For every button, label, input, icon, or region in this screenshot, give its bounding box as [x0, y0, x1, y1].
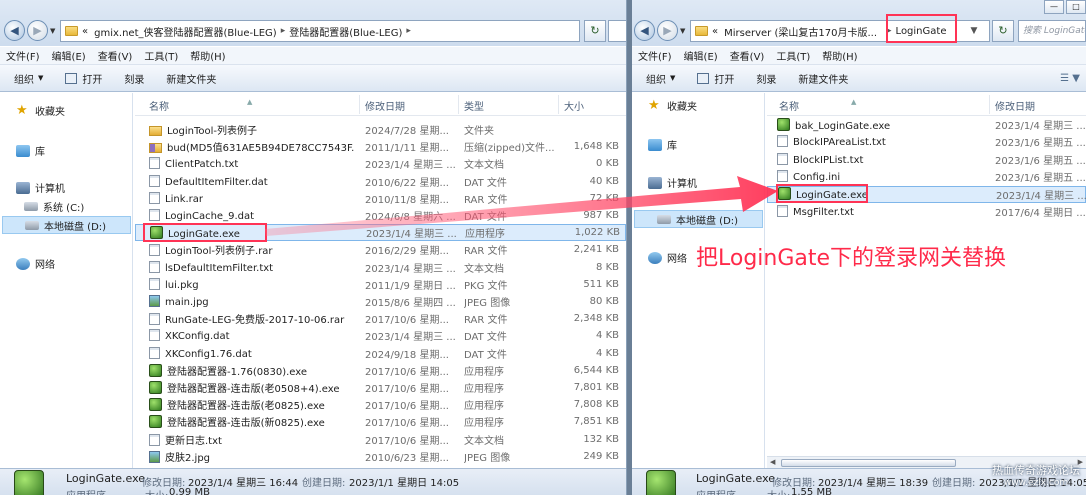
annotation-text: 把LoginGate下的登录网关替换: [696, 246, 1007, 271]
watermark-line1: 热血传奇游戏论坛: [992, 464, 1080, 477]
red-arrow-icon: [265, 176, 778, 236]
watermark-line2: www.ezlx.com: [1003, 478, 1069, 488]
site-watermark: 热血传奇游戏论坛 www.ezlx.com: [992, 465, 1080, 489]
